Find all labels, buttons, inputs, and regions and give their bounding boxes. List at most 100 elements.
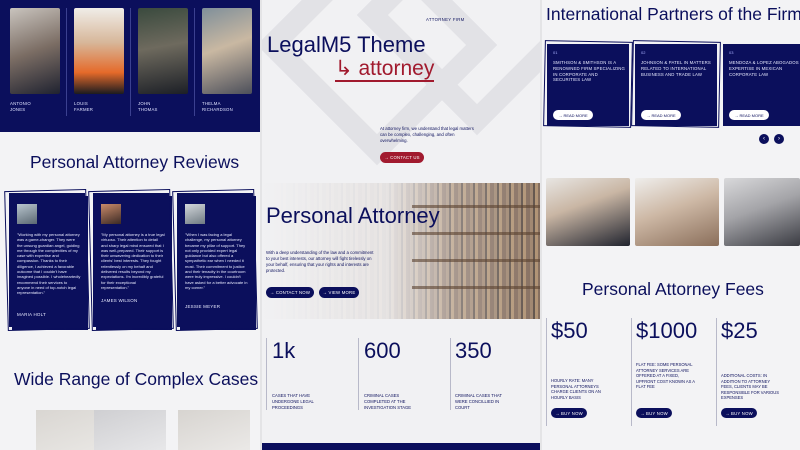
- stat-divider: [358, 338, 359, 410]
- reviewer-avatar: [17, 204, 37, 224]
- stat-label: CRIMINAL CASES COMPLETED AT THE INVESTIG…: [364, 393, 412, 410]
- cases-title: Wide Range of Complex Cases: [14, 369, 259, 389]
- fee-item: $1000 FLAT FEE: SOME PERSONAL ATTORNEY S…: [636, 318, 716, 418]
- footer-bar: [262, 443, 540, 450]
- partner-photo: [724, 178, 800, 246]
- hero-tag: ATTORNEY FIRM: [426, 17, 465, 22]
- member-last-name: THOMAS: [138, 107, 158, 112]
- partner-card: 02 JOHNSON & PATEL IN MATTERS RELATED TO…: [631, 40, 721, 128]
- buy-now-button[interactable]: → BUY NOW: [721, 408, 757, 418]
- fee-text: HOURLY RATE: MANY PERSONAL ATTORNEYS CHA…: [551, 378, 601, 400]
- contact-now-button[interactable]: → CONTACT NOW: [266, 287, 314, 298]
- buy-now-label: BUY NOW: [731, 410, 753, 416]
- contact-us-button[interactable]: → CONTACT US: [380, 152, 424, 163]
- team-member[interactable]: JOHN THOMAS: [138, 8, 188, 113]
- stat-divider: [450, 338, 451, 410]
- review-author: JAMES WILSON: [101, 298, 138, 303]
- team-member[interactable]: THELMA RICHARDSON: [202, 8, 252, 113]
- stat-label: CASES THAT HAVE UNDERGONE LEGAL PROCEEDI…: [272, 393, 314, 410]
- reviews-title: Personal Attorney Reviews: [30, 152, 240, 172]
- fee-price: $25: [721, 318, 758, 343]
- fee-price: $1000: [636, 318, 698, 343]
- stat-item: 1k CASES THAT HAVE UNDERGONE LEGAL PROCE…: [272, 338, 352, 410]
- fee-divider: [546, 318, 547, 426]
- divider: [194, 8, 195, 116]
- stat-divider: [266, 338, 267, 410]
- partner-photo: [635, 178, 719, 246]
- hero-title: LegalM5 Theme: [267, 32, 426, 57]
- stat-label: CRIMINAL CASES THAT WERE CONCILLIED IN C…: [455, 393, 502, 410]
- stat-number: 350: [455, 338, 492, 363]
- review-quote: "Working with my personal attorney was a…: [17, 232, 81, 296]
- stat-item: 600 CRIMINAL CASES COMPLETED AT THE INVE…: [364, 338, 444, 410]
- team-member[interactable]: ANTONIO JONES: [10, 8, 60, 113]
- personal-text: With a deep understanding of the law and…: [266, 250, 374, 273]
- read-more-label: READ MORE: [739, 112, 764, 118]
- personal-title: Personal Attorney: [266, 203, 440, 228]
- chevron-right-icon[interactable]: ›: [774, 134, 784, 144]
- partner-text: SMITHSON & SMITHSON IS A RENOWNED FIRM S…: [553, 60, 625, 83]
- buy-now-button[interactable]: → BUY NOW: [551, 408, 587, 418]
- buy-now-button[interactable]: → BUY NOW: [636, 408, 672, 418]
- fee-text: ADDITIONAL COSTS: IN ADDITION TO ATTORNE…: [721, 373, 779, 401]
- right-column: International Partners of the Firm 01 SM…: [542, 0, 800, 450]
- partner-index: 02: [641, 50, 646, 55]
- review-author: MARIA HOLT: [17, 312, 46, 317]
- reviewer-avatar: [185, 204, 205, 224]
- left-column: ANTONIO JONES LOUIS FARMER JOHN THOMAS T…: [0, 0, 260, 450]
- team-section: ANTONIO JONES LOUIS FARMER JOHN THOMAS T…: [0, 0, 260, 132]
- hero-intro: At attorney firm, we understand that leg…: [380, 126, 474, 143]
- partners-title: International Partners of the Firm: [546, 4, 800, 24]
- shelf-line: [412, 259, 540, 262]
- buy-now-label: BUY NOW: [646, 410, 668, 416]
- shelf-line: [412, 286, 540, 289]
- stat-item: 350 CRIMINAL CASES THAT WERE CONCILLIED …: [455, 338, 535, 410]
- page: ANTONIO JONES LOUIS FARMER JOHN THOMAS T…: [0, 0, 800, 450]
- fee-price: $50: [551, 318, 588, 343]
- partner-index: 03: [729, 50, 734, 55]
- partner-card: 01 SMITHSON & SMITHSON IS A RENOWNED FIR…: [543, 40, 633, 128]
- read-more-label: READ MORE: [563, 112, 588, 118]
- team-member[interactable]: LOUIS FARMER: [74, 8, 124, 113]
- member-last-name: FARMER: [74, 107, 94, 112]
- partner-text: JOHNSON & PATEL IN MATTERS RELATED TO IN…: [641, 60, 711, 77]
- stat-number: 1k: [272, 338, 296, 363]
- case-image[interactable]: [94, 410, 166, 450]
- review-author: JESSIE MEYER: [185, 304, 221, 309]
- divider: [130, 8, 131, 116]
- read-more-button[interactable]: → READ MORE: [729, 110, 769, 120]
- partner-text: MENDOZA & LOPEZ ABOGADOS EXPERTISE IN ME…: [729, 60, 799, 77]
- fee-divider: [716, 318, 717, 426]
- reviewer-avatar: [101, 204, 121, 224]
- contact-us-label: CONTACT US: [390, 155, 420, 160]
- fee-divider: [631, 318, 632, 426]
- shelf-line: [412, 232, 540, 235]
- read-more-label: READ MORE: [651, 112, 676, 118]
- member-last-name: JONES: [10, 107, 26, 112]
- hero-subtitle-text: attorney: [358, 57, 435, 80]
- attorney-photo: [202, 8, 252, 94]
- view-more-label: VIEW MORE: [328, 290, 356, 295]
- arrow-icon: ↳: [335, 57, 353, 80]
- fee-item: $50 HOURLY RATE: MANY PERSONAL ATTORNEYS…: [551, 318, 631, 418]
- member-last-name: RICHARDSON: [202, 107, 233, 112]
- fee-text: FLAT FEE: SOME PERSONAL ATTORNEY SERVICE…: [636, 362, 695, 390]
- partner-photo: [546, 178, 630, 246]
- divider: [66, 8, 67, 116]
- review-quote: "My personal attorney is a true legal vi…: [101, 232, 165, 290]
- read-more-button[interactable]: → READ MORE: [553, 110, 593, 120]
- partner-card: 03 MENDOZA & LOPEZ ABOGADOS EXPERTISE IN…: [723, 44, 800, 126]
- view-more-button[interactable]: → VIEW MORE: [319, 287, 359, 298]
- review-card: "Working with my personal attorney was a…: [4, 188, 90, 332]
- attorney-photo: [74, 8, 124, 94]
- center-column: ATTORNEY FIRM LegalM5 Theme ↳ attorney A…: [262, 0, 540, 450]
- case-image[interactable]: [178, 410, 250, 450]
- stat-number: 600: [364, 338, 401, 363]
- chevron-left-icon[interactable]: ‹: [759, 134, 769, 144]
- attorney-photo: [10, 8, 60, 94]
- review-quote: "When I was facing a legal challenge, my…: [185, 232, 248, 290]
- review-card: "When I was facing a legal challenge, my…: [172, 188, 258, 332]
- fee-item: $25 ADDITIONAL COSTS: IN ADDITION TO ATT…: [721, 318, 800, 418]
- read-more-button[interactable]: → READ MORE: [641, 110, 681, 120]
- buy-now-label: BUY NOW: [561, 410, 583, 416]
